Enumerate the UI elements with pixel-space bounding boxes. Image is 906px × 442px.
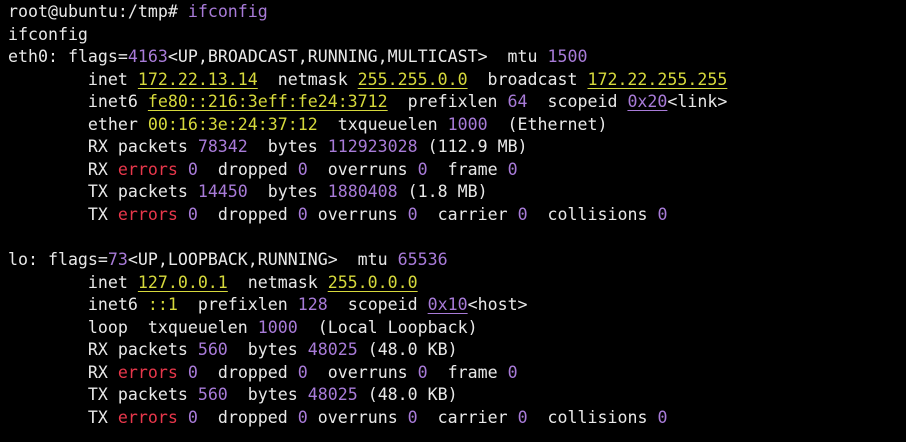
eth0-tx-carrier: 0 [517, 204, 528, 224]
eth0-flags-list: <UP,BROADCAST,RUNNING,MULTICAST> [167, 47, 488, 67]
lo-tx-packets: 560 [197, 385, 228, 405]
eth0-tx-packets: 14450 [197, 182, 248, 202]
lo-scopeid: 0x10 [427, 295, 468, 315]
lo-tx-bytes: 48025 [307, 385, 358, 405]
eth0-rx-overruns: 0 [417, 159, 428, 179]
eth0-name: eth0 [8, 47, 48, 67]
lo-tx-errors-line: TX errors 0 dropped 0 overruns 0 carrier… [8, 407, 668, 427]
eth0-netmask: 255.255.0.0 [357, 69, 468, 89]
lo-txqueuelen: 1000 [257, 317, 298, 337]
lo-rx-packets-line: RX packets 560 bytes 48025 (48.0 KB) [8, 340, 458, 360]
eth0-rx-frame: 0 [507, 159, 518, 179]
lo-name: lo [8, 250, 28, 270]
eth0-header-line: eth0: flags=4163<UP,BROADCAST,RUNNING,MU… [8, 47, 588, 67]
eth0-tx-errors-line: TX errors 0 dropped 0 overruns 0 carrier… [8, 204, 668, 224]
lo-rx-bytes: 48025 [307, 340, 358, 360]
lo-rx-human: (48.0 KB) [367, 340, 458, 360]
lo-tx-collisions: 0 [657, 407, 668, 427]
lo-header-line: lo: flags=73<UP,LOOPBACK,RUNNING> mtu 65… [8, 250, 448, 270]
eth0-txqueuelen: 1000 [447, 114, 488, 134]
lo-flags-list: <UP,LOOPBACK,RUNNING> [127, 250, 338, 270]
eth0-rx-packets: 78342 [197, 137, 248, 157]
command-echo-text: ifconfig [8, 24, 88, 44]
eth0-rx-packets-line: RX packets 78342 bytes 112923028 (112.9 … [8, 137, 528, 157]
lo-scope: <host> [467, 295, 528, 315]
lo-rx-overruns: 0 [417, 362, 428, 382]
lo-rx-dropped: 0 [297, 362, 308, 382]
lo-flags-value: 73 [107, 250, 128, 270]
lo-tx-human: (48.0 KB) [367, 385, 458, 405]
eth0-tx-errors: 0 [187, 204, 198, 224]
lo-tx-dropped: 0 [297, 407, 308, 427]
prompt-line: root@ubuntu:/tmp# ifconfig [8, 1, 906, 24]
eth0-flags-value: 4163 [127, 47, 168, 67]
eth0-tx-dropped: 0 [297, 204, 308, 224]
lo-loop-line: loop txqueuelen 1000 (Local Loopback) [8, 317, 478, 337]
eth0-ether: 00:16:3e:24:37:12 [147, 114, 318, 134]
prompt: root@ubuntu:/tmp# [8, 2, 178, 21]
eth0-link-type: (Ethernet) [507, 114, 608, 134]
command: ifconfig [187, 2, 268, 21]
lo-rx-errors: 0 [187, 362, 198, 382]
lo-netmask: 255.0.0.0 [327, 272, 418, 292]
eth0-tx-packets-line: TX packets 14450 bytes 1880408 (1.8 MB) [8, 182, 488, 202]
lo-inet6-line: inet6 ::1 prefixlen 128 scopeid 0x10<hos… [8, 295, 528, 315]
eth0-tx-human: (1.8 MB) [407, 182, 488, 202]
lo-tx-packets-line: TX packets 560 bytes 48025 (48.0 KB) [8, 385, 458, 405]
lo-prefixlen: 128 [297, 295, 328, 315]
eth0-inet-line: inet 172.22.13.14 netmask 255.255.0.0 br… [8, 69, 728, 89]
lo-inet-line: inet 127.0.0.1 netmask 255.0.0.0 [8, 272, 418, 292]
eth0-tx-collisions: 0 [657, 204, 668, 224]
eth0-broadcast: 172.22.255.255 [587, 69, 728, 89]
eth0-rx-human: (112.9 MB) [427, 137, 528, 157]
command-echo: ifconfig [8, 24, 906, 47]
lo-tx-carrier: 0 [517, 407, 528, 427]
lo-tx-errors: 0 [187, 407, 198, 427]
eth0-inet: 172.22.13.14 [137, 69, 258, 89]
lo-rx-frame: 0 [507, 362, 518, 382]
terminal-window[interactable]: root@ubuntu:/tmp# ifconfig ifconfig eth0… [0, 0, 906, 442]
lo-rx-packets: 560 [197, 340, 228, 360]
eth0-rx-errors: 0 [187, 159, 198, 179]
eth0-rx-bytes: 112923028 [327, 137, 418, 157]
eth0-scope: <link> [667, 92, 728, 112]
eth0-ether-line: ether 00:16:3e:24:37:12 txqueuelen 1000 … [8, 114, 608, 134]
lo-inet6: ::1 [147, 295, 178, 315]
eth0-inet6-line: inet6 fe80::216:3eff:fe24:3712 prefixlen… [8, 92, 728, 112]
lo-inet: 127.0.0.1 [137, 272, 228, 292]
eth0-rx-dropped: 0 [297, 159, 308, 179]
lo-tx-overruns: 0 [407, 407, 418, 427]
eth0-inet6: fe80::216:3eff:fe24:3712 [147, 92, 388, 112]
eth0-tx-overruns: 0 [407, 204, 418, 224]
lo-link-type: (Local Loopback) [317, 317, 478, 337]
eth0-mtu: 1500 [547, 47, 588, 67]
eth0-scopeid: 0x20 [627, 92, 668, 112]
eth0-prefixlen: 64 [507, 92, 528, 112]
eth0-tx-bytes: 1880408 [327, 182, 398, 202]
eth0-rx-errors-line: RX errors 0 dropped 0 overruns 0 frame 0 [8, 159, 518, 179]
lo-mtu: 65536 [397, 250, 448, 270]
lo-rx-errors-line: RX errors 0 dropped 0 overruns 0 frame 0 [8, 362, 518, 382]
